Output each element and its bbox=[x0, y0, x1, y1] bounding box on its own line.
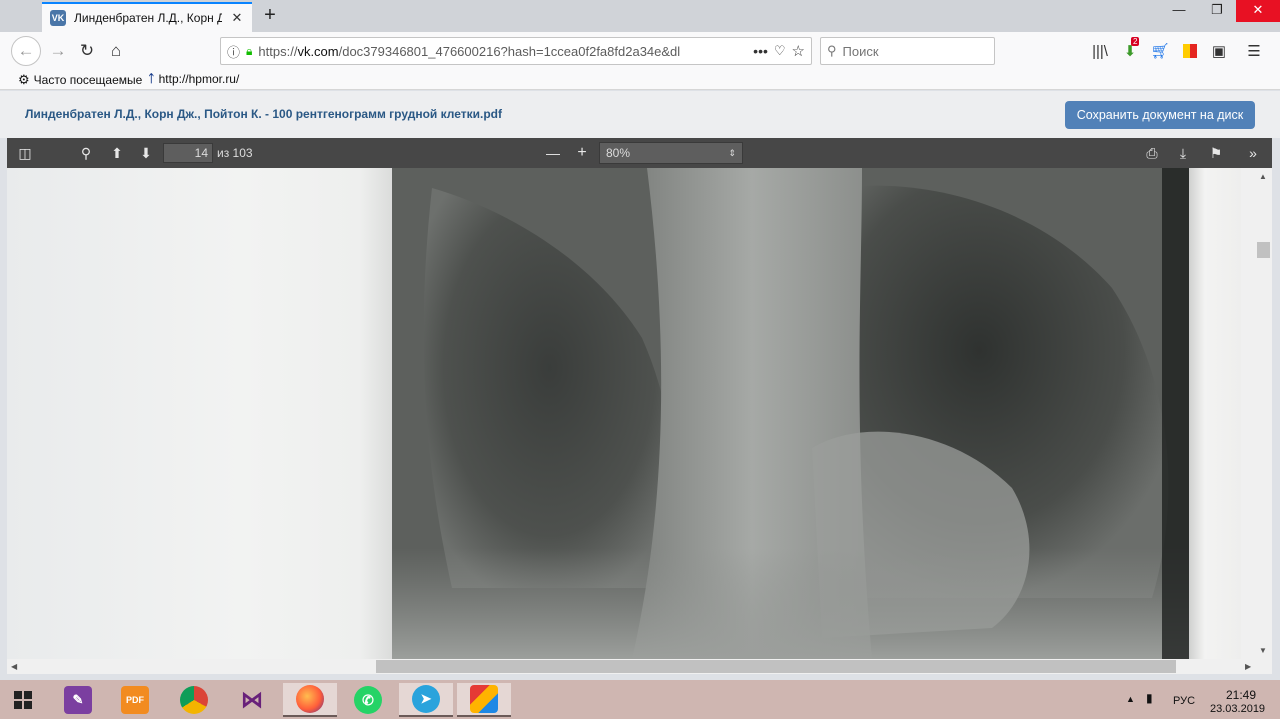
taskbar: ✎ PDF ⋈ ✆ ➤ ▲ ▮ bbox=[0, 680, 1280, 719]
tray-expand-icon[interactable]: ▲ bbox=[1126, 694, 1135, 704]
horizontal-scrollbar[interactable]: ◀ ▶ bbox=[7, 659, 1272, 674]
bookmark-label: http://hpmor.ru/ bbox=[158, 72, 240, 86]
downloads-icon[interactable]: ⬇ 2 bbox=[1120, 37, 1140, 61]
previous-page-button[interactable]: ⬆ bbox=[105, 142, 129, 164]
maximize-button[interactable]: ❐ bbox=[1198, 0, 1236, 22]
anydesk-app[interactable] bbox=[457, 683, 511, 717]
zoom-out-button[interactable]: — bbox=[541, 142, 565, 164]
vertical-scrollbar[interactable]: ▲ ▼ bbox=[1241, 168, 1272, 659]
chest-xray-drawing bbox=[392, 168, 1192, 659]
forward-button[interactable]: → bbox=[44, 37, 72, 65]
find-button[interactable]: ⚲ bbox=[74, 142, 98, 164]
bookmark-hpmor[interactable]: ᛏ http://hpmor.ru/ bbox=[148, 72, 239, 86]
sidebar-toggle-icon[interactable]: ▣ bbox=[1209, 41, 1229, 61]
horizontal-scroll-thumb[interactable] bbox=[376, 660, 1176, 673]
menu-icon[interactable]: ☰ bbox=[1244, 41, 1264, 61]
back-button[interactable]: ← bbox=[11, 36, 41, 66]
page-left-blank bbox=[7, 168, 399, 659]
bookmark-star-icon[interactable]: ☆ bbox=[792, 42, 805, 60]
page-right-blank bbox=[1189, 168, 1241, 659]
scroll-right-icon[interactable]: ▶ bbox=[1245, 662, 1251, 671]
url-path: /doc379346801_476600216?hash=1ccea0f2fa8… bbox=[338, 43, 681, 59]
scroll-up-icon[interactable]: ▲ bbox=[1259, 172, 1267, 181]
save-to-disk-button[interactable]: Сохранить документ на диск bbox=[1065, 101, 1255, 129]
anydesk-icon bbox=[470, 685, 498, 713]
reload-button[interactable]: ↻ bbox=[73, 37, 101, 65]
select-arrows-icon: ⇕ bbox=[728, 148, 736, 158]
yandex-flag-icon[interactable] bbox=[1180, 41, 1200, 61]
search-input[interactable] bbox=[842, 43, 983, 59]
bookmark-button[interactable]: ⚑ bbox=[1204, 142, 1228, 164]
library-icon[interactable]: |||\ bbox=[1090, 41, 1110, 61]
scroll-down-icon[interactable]: ▼ bbox=[1259, 646, 1267, 655]
hpmor-icon: ᛏ bbox=[148, 73, 155, 85]
visual-studio-icon: ⋈ bbox=[241, 687, 263, 712]
bookmark-most-visited[interactable]: ⚙ Часто посещаемые bbox=[18, 72, 142, 88]
page-number-input[interactable]: 14 bbox=[163, 143, 213, 163]
chrome-app[interactable] bbox=[167, 683, 221, 717]
document-title: Линденбратен Л.Д., Корн Дж., Пойтон К. -… bbox=[25, 107, 503, 121]
sidebar-toggle-button[interactable]: ◫ bbox=[13, 142, 37, 164]
downloads-badge: 2 bbox=[1131, 37, 1140, 46]
print-button[interactable]: ⎙ bbox=[1140, 142, 1164, 164]
clock-date[interactable]: 23.03.2019 bbox=[1210, 703, 1265, 715]
whatsapp-app[interactable]: ✆ bbox=[341, 683, 395, 717]
browser-tab[interactable]: VK Линденбратен Л.Д., Корн Дж. ✕ bbox=[42, 2, 252, 32]
start-button[interactable] bbox=[0, 683, 46, 717]
tab-title: Линденбратен Л.Д., Корн Дж. bbox=[74, 11, 222, 25]
bookmark-label: Часто посещаемые bbox=[33, 73, 143, 87]
chrome-icon bbox=[180, 686, 208, 714]
visual-studio-app[interactable]: ⋈ bbox=[225, 683, 279, 717]
pdf-app[interactable]: PDF bbox=[108, 683, 162, 717]
zoom-in-button[interactable]: + bbox=[570, 142, 594, 164]
pdf-toolbar: ◫ ⚲ ⬆ ⬇ 14 из 103 — + 80% ⇕ ⎙ ⤓ ⚑ » bbox=[7, 138, 1272, 168]
tab-strip: VK Линденбратен Л.Д., Корн Дж. ✕ + — ❐ ✕ bbox=[0, 0, 1280, 32]
windows-logo-icon bbox=[14, 691, 32, 709]
bookmarks-toolbar: ⚙ Часто посещаемые ᛏ http://hpmor.ru/ bbox=[0, 70, 1280, 90]
tools-button[interactable]: » bbox=[1241, 142, 1265, 164]
document-header: Линденбратен Л.Д., Корн Дж., Пойтон К. -… bbox=[0, 91, 1280, 138]
cart-icon[interactable]: 🛒︎ bbox=[1150, 41, 1170, 61]
firefox-icon bbox=[296, 685, 324, 713]
chest-xray-image bbox=[392, 168, 1192, 659]
telegram-icon: ➤ bbox=[412, 685, 440, 713]
telegram-app[interactable]: ➤ bbox=[399, 683, 453, 717]
url-bar[interactable]: ⓘ 🔒︎ https://vk.com/doc379346801_4766002… bbox=[220, 37, 812, 65]
navigation-bar: ← → ↻ ⌂ ⓘ 🔒︎ https://vk.com/doc379346801… bbox=[0, 32, 1280, 70]
download-button[interactable]: ⤓ bbox=[1171, 142, 1195, 164]
zoom-select[interactable]: 80% ⇕ bbox=[599, 142, 743, 164]
network-signal-icon[interactable]: ▮ bbox=[1146, 691, 1153, 705]
onenote-icon: ✎ bbox=[64, 686, 92, 714]
minimize-button[interactable]: — bbox=[1160, 0, 1198, 22]
next-page-button[interactable]: ⬇ bbox=[134, 142, 158, 164]
page-count-label: из 103 bbox=[217, 146, 253, 160]
tab-close-icon[interactable]: ✕ bbox=[230, 10, 244, 26]
pdf-icon: PDF bbox=[121, 686, 149, 714]
pocket-icon[interactable]: ♡ bbox=[774, 43, 786, 59]
language-indicator[interactable]: РУС bbox=[1173, 695, 1195, 707]
vk-favicon-icon: VK bbox=[50, 10, 66, 26]
info-icon[interactable]: ⓘ bbox=[227, 42, 240, 61]
search-box[interactable]: ⚲ bbox=[820, 37, 995, 65]
zoom-value: 80% bbox=[606, 146, 631, 160]
document-viewport[interactable] bbox=[7, 168, 1241, 659]
firefox-app[interactable] bbox=[283, 683, 337, 717]
page-actions-icon[interactable]: ••• bbox=[753, 43, 768, 59]
new-tab-button[interactable]: + bbox=[258, 4, 282, 28]
url-host: vk.com bbox=[297, 43, 339, 59]
scroll-left-icon[interactable]: ◀ bbox=[11, 662, 17, 671]
url-prefix: https:// bbox=[258, 43, 298, 59]
clock-time[interactable]: 21:49 bbox=[1226, 688, 1256, 702]
home-button[interactable]: ⌂ bbox=[102, 37, 130, 65]
vertical-scroll-thumb[interactable] bbox=[1257, 242, 1270, 258]
url-text[interactable]: https://vk.com/doc379346801_476600216?ha… bbox=[258, 44, 747, 59]
gear-icon: ⚙ bbox=[18, 72, 30, 87]
search-icon: ⚲ bbox=[827, 43, 837, 58]
whatsapp-icon: ✆ bbox=[354, 686, 382, 714]
onenote-app[interactable]: ✎ bbox=[51, 683, 105, 717]
lock-icon: 🔒︎ bbox=[246, 43, 253, 58]
close-window-button[interactable]: ✕ bbox=[1236, 0, 1280, 22]
